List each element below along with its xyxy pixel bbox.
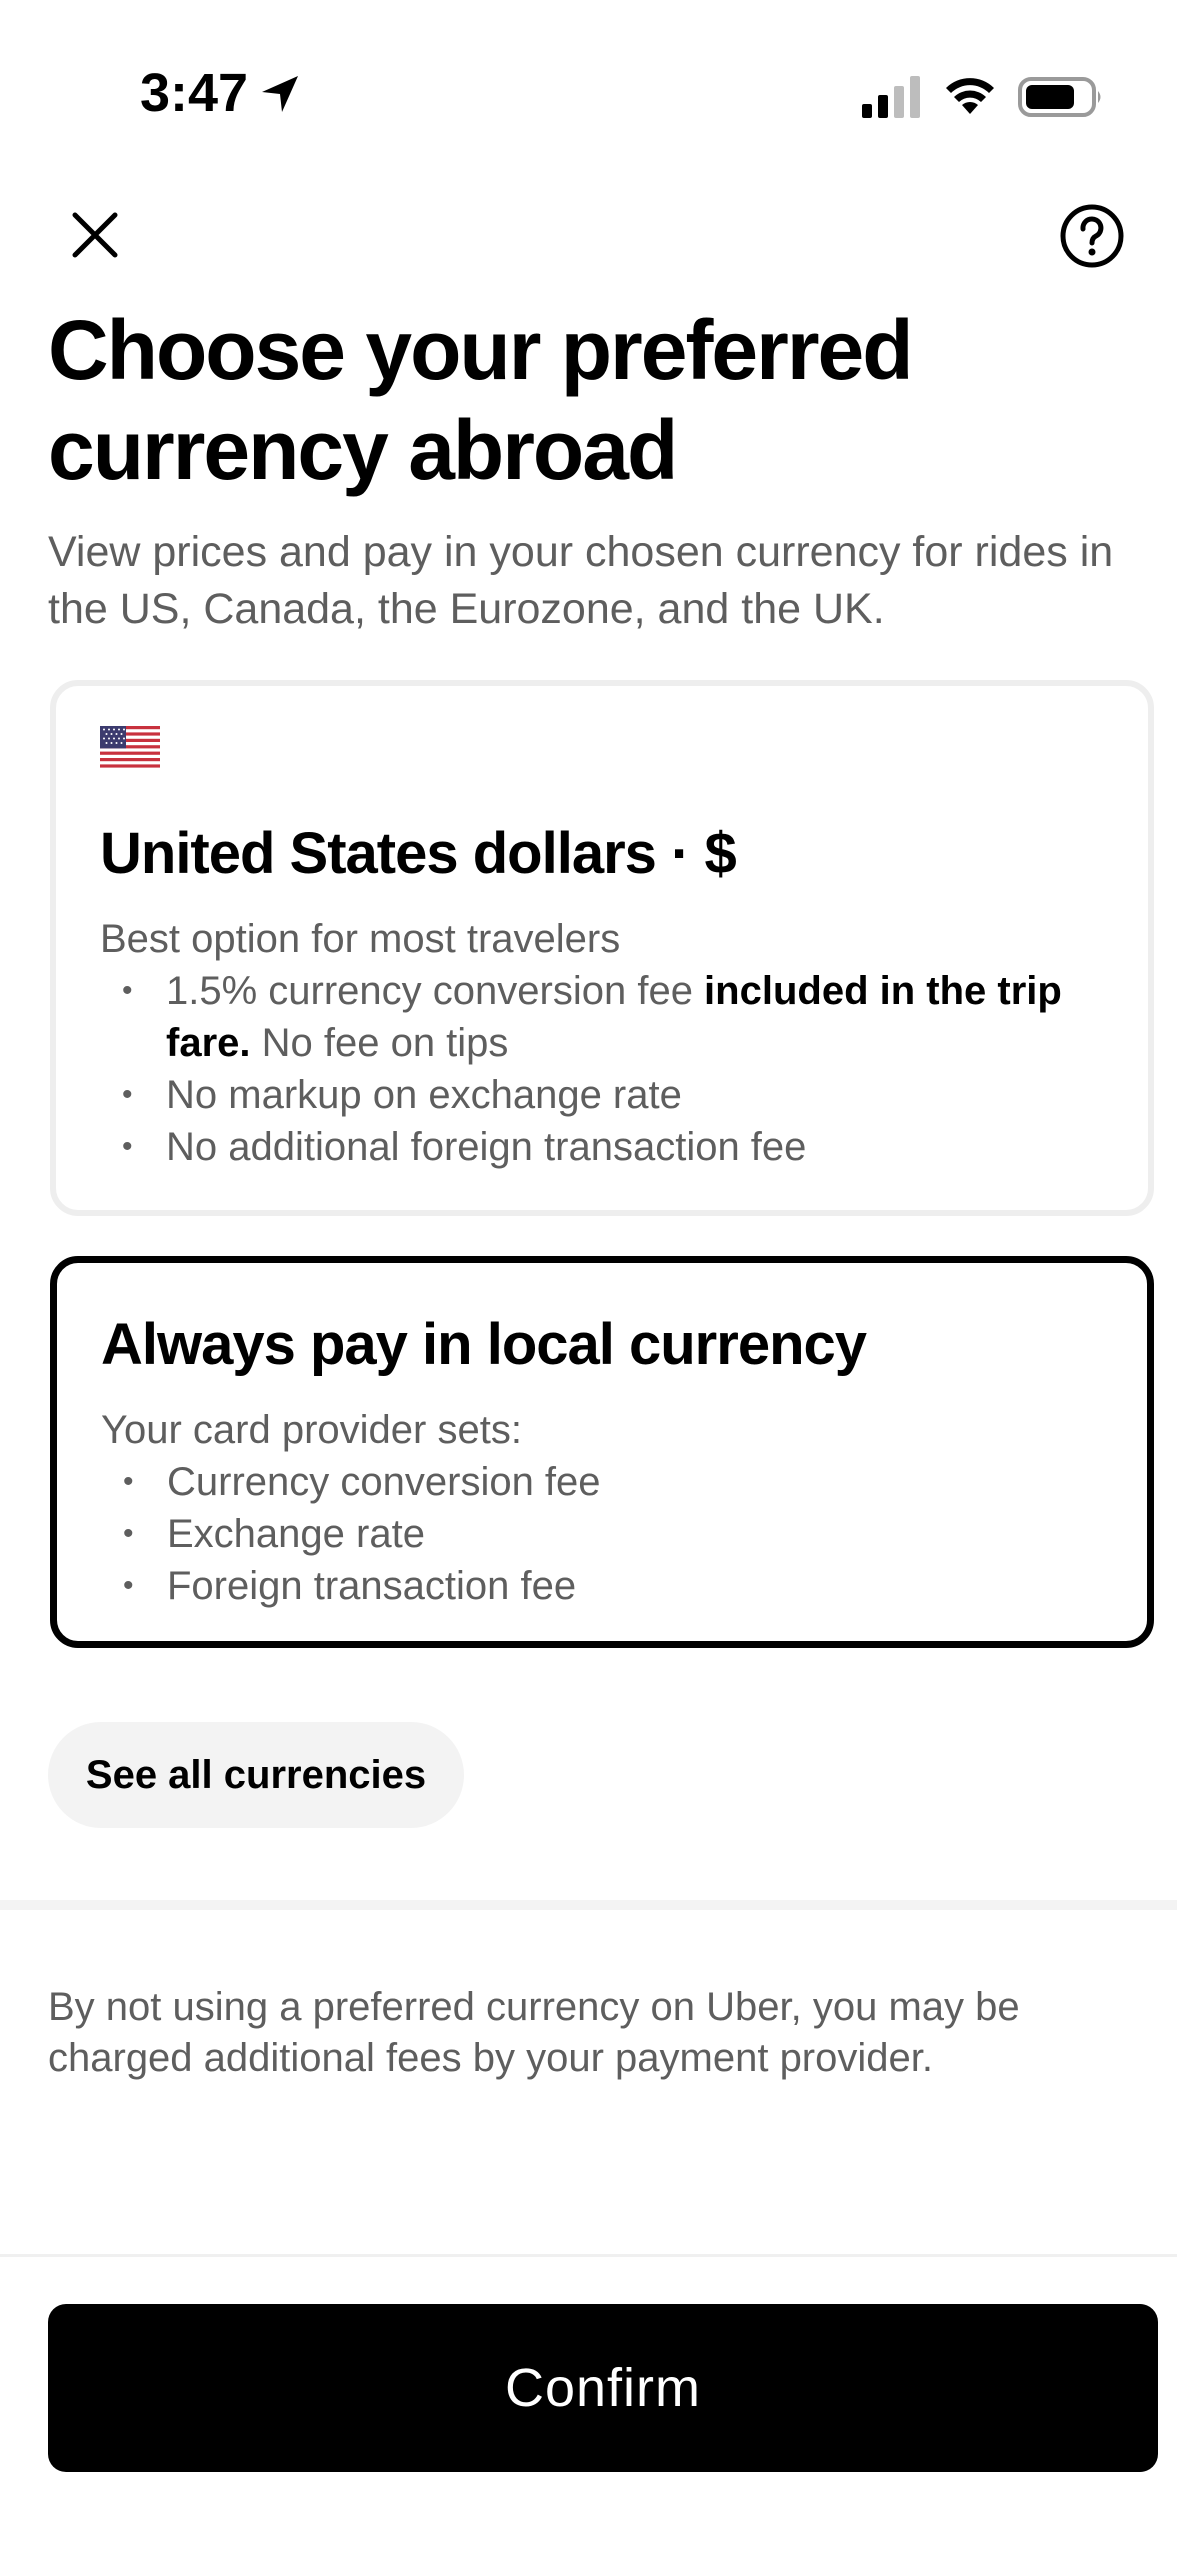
see-all-currencies-button[interactable]: See all currencies [48, 1722, 464, 1828]
feature-list: 1.5% currency conversion fee included in… [100, 965, 1116, 1173]
currency-option-description: Your card provider sets: [101, 1408, 522, 1452]
feature-item: Exchange rate [101, 1508, 1117, 1560]
disclaimer-text: By not using a preferred currency on Ube… [48, 1985, 1020, 2080]
currency-option-details: Best option for most travelers 1.5% curr… [100, 914, 1116, 1173]
currency-option-local[interactable]: Always pay in local currency Your card p… [50, 1256, 1154, 1648]
currency-option-details: Your card provider sets: Currency conver… [101, 1405, 1117, 1612]
footer-divider [0, 2254, 1177, 2257]
close-button[interactable] [60, 200, 130, 270]
location-arrow-icon [262, 76, 298, 112]
feature-list: Currency conversion fee Exchange rate Fo… [101, 1456, 1117, 1612]
feature-item: Currency conversion fee [101, 1456, 1117, 1508]
help-icon[interactable] [1058, 202, 1126, 270]
wifi-icon [946, 78, 994, 114]
feature-item: Foreign transaction fee [101, 1560, 1117, 1612]
currency-option-title: United States dollars · $ [100, 821, 737, 886]
feature-item: No markup on exchange rate [100, 1069, 1116, 1121]
section-divider [0, 1900, 1177, 1910]
us-flag-icon [100, 726, 160, 768]
status-time: 3:47 [140, 63, 249, 123]
confirm-button[interactable]: Confirm [48, 2304, 1158, 2472]
status-bar: 3:47 [0, 0, 1177, 190]
feature-item: No additional foreign transaction fee [100, 1121, 1116, 1173]
currency-option-usd[interactable]: United States dollars · $ Best option fo… [50, 680, 1154, 1216]
currency-option-description: Best option for most travelers [100, 917, 621, 961]
battery-icon [1018, 77, 1101, 117]
close-icon [72, 212, 118, 258]
page-subtitle: View prices and pay in your chosen curre… [48, 528, 1114, 633]
cellular-signal-icon [862, 76, 920, 118]
currency-option-title: Always pay in local currency [101, 1312, 867, 1377]
feature-item: 1.5% currency conversion fee included in… [100, 965, 1116, 1069]
page-title: Choose your preferred currency abroad [48, 303, 914, 497]
